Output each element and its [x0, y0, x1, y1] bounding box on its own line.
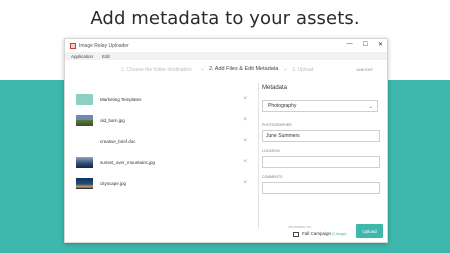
- image-thumbnail: [76, 177, 93, 189]
- destination-folder-name: Fall Campaign: [302, 231, 332, 236]
- close-icon[interactable]: ✕: [378, 41, 383, 48]
- change-destination-link[interactable]: (Change): [332, 232, 347, 236]
- list-item[interactable]: sunset_over_mountains.jpg ×: [73, 155, 253, 169]
- chevron-down-icon: ⌄: [368, 104, 373, 110]
- upload-button[interactable]: Upload: [356, 224, 383, 238]
- list-item[interactable]: creative_brief.doc ×: [73, 134, 253, 148]
- location-label: LOCATION: [262, 149, 280, 153]
- step-indicator: 1. Choose the folder destination » 2. Ad…: [65, 65, 387, 75]
- remove-icon[interactable]: ×: [243, 159, 247, 165]
- list-item[interactable]: Marketing Templates ×: [73, 92, 253, 106]
- comments-field[interactable]: [262, 182, 380, 194]
- step-separator-icon: »: [201, 67, 204, 73]
- minimize-icon[interactable]: —: [347, 41, 353, 48]
- promo-headline: Add metadata to your assets.: [90, 8, 360, 29]
- file-name: creative_brief.doc: [100, 138, 136, 144]
- step-choose-folder[interactable]: 1. Choose the folder destination: [121, 67, 192, 73]
- panel-divider: [258, 83, 259, 229]
- image-thumbnail: [76, 114, 93, 126]
- folder-icon: [76, 93, 93, 105]
- file-name: cityscape.jpg: [100, 180, 127, 186]
- remove-icon[interactable]: ×: [243, 180, 247, 186]
- template-select[interactable]: Photography ⌄: [262, 100, 378, 112]
- app-logo-icon: [70, 42, 76, 49]
- window-controls: — ☐ ✕: [347, 41, 383, 48]
- file-name: sunset_over_mountains.jpg: [100, 159, 156, 165]
- upload-destination-label: UPLOADING TO:: [288, 225, 312, 229]
- list-item[interactable]: cityscape.jpg ×: [73, 176, 253, 190]
- maximize-icon[interactable]: ☐: [363, 41, 368, 48]
- remove-icon[interactable]: ×: [243, 117, 247, 123]
- step-upload[interactable]: 3. Upload: [292, 67, 313, 73]
- folder-icon: [293, 232, 299, 237]
- step-separator-icon: »: [284, 67, 287, 73]
- menu-bar: Application Edit: [65, 52, 387, 60]
- window-title: Image Relay Uploader: [79, 42, 129, 49]
- remove-icon[interactable]: ×: [243, 96, 247, 102]
- image-thumbnail: [76, 156, 93, 168]
- step-add-files[interactable]: 2. Add Files & Edit Metadata: [209, 66, 278, 72]
- file-name: Marketing Templates: [100, 96, 142, 102]
- exit-link[interactable]: LINK EXIT: [356, 68, 373, 72]
- metadata-heading: Metadata: [262, 85, 288, 91]
- menu-item-edit[interactable]: Edit: [102, 54, 110, 59]
- remove-icon[interactable]: ×: [243, 138, 247, 144]
- template-select-value: Photography: [268, 103, 297, 109]
- location-field[interactable]: [262, 156, 380, 168]
- photographer-field[interactable]: June Summers: [262, 130, 380, 142]
- title-bar: Image Relay Uploader — ☐ ✕: [65, 39, 387, 52]
- comments-label: COMMENTS: [262, 175, 283, 179]
- uploader-window: Image Relay Uploader — ☐ ✕ Application E…: [64, 38, 388, 243]
- list-item[interactable]: old_barn.jpg ×: [73, 113, 253, 127]
- menu-item-application[interactable]: Application: [71, 54, 93, 59]
- file-name: old_barn.jpg: [100, 117, 125, 123]
- document-icon: [76, 135, 93, 147]
- photographer-label: PHOTOGRAPHER: [262, 123, 292, 127]
